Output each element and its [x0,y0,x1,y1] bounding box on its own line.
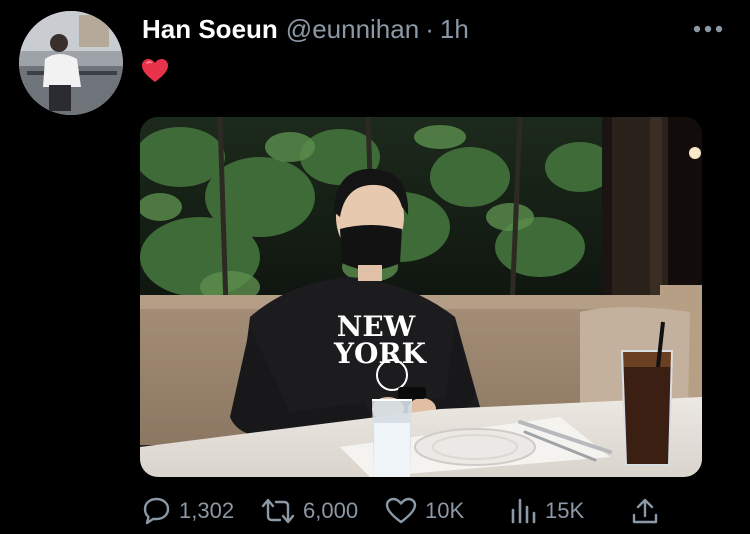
reply-button[interactable]: 1,302 [140,492,234,530]
more-dots-icon [693,25,723,33]
separator-dot: · [425,13,434,44]
heart-emoji-icon [142,59,168,82]
speech-bubble-icon [143,497,170,525]
retweet-button[interactable]: 6,000 [260,492,358,530]
tweet-action-bar: 1,302 6,000 10K 15K [140,492,680,530]
bar-chart-icon [511,498,536,524]
tweet-header: Han Soeun @eunnihan · 1h [142,12,469,46]
share-button[interactable] [630,492,660,530]
tweet-media-image[interactable]: NEW YORK [140,117,702,477]
like-button[interactable]: 10K [384,492,464,530]
views-button[interactable]: 15K [508,492,584,530]
timestamp[interactable]: 1h [440,14,469,45]
avatar[interactable] [19,11,123,115]
like-count: 10K [425,498,465,523]
share-icon [632,498,658,524]
display-name[interactable]: Han Soeun [142,14,278,45]
retweet-count: 6,000 [303,498,359,523]
user-handle[interactable]: @eunnihan [286,14,419,45]
more-button[interactable] [690,18,726,40]
tweet-text [141,58,171,88]
views-count: 15K [545,498,585,523]
heart-icon [385,497,417,524]
retweet-icon [261,498,295,524]
reply-count: 1,302 [179,498,235,523]
